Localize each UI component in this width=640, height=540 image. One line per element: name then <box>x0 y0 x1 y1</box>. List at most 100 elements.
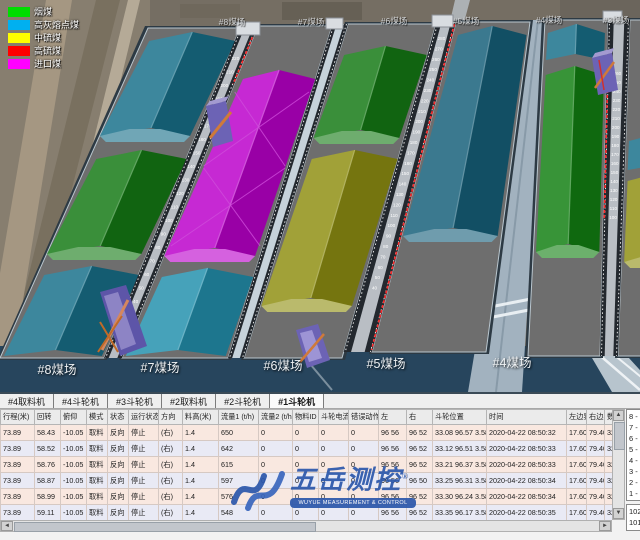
col-header[interactable]: 俯仰 <box>61 410 87 425</box>
col-header[interactable]: 物料ID <box>293 410 319 425</box>
legend-swatch <box>8 20 30 30</box>
horizontal-scroll-thumb[interactable] <box>14 522 316 532</box>
scroll-up-icon[interactable]: ▲ <box>613 410 624 421</box>
cell: 58.43 <box>35 425 61 441</box>
vertical-scroll-thumb[interactable] <box>614 422 625 450</box>
pile-list-item[interactable]: 8 - <box>629 411 640 422</box>
tab-#4取料机[interactable]: #4取料机 <box>0 394 54 408</box>
cell: 33.08 96.57 3.58 <box>433 425 487 441</box>
pile-list-item[interactable]: 5 - <box>629 444 640 455</box>
table-row[interactable]: 73.8958.52-10.05取料反向停止(右)1.4642000096 56… <box>1 441 613 457</box>
col-header[interactable]: 流量1 (t/h) <box>219 410 259 425</box>
table-row[interactable]: 73.8958.87-10.05取料反向停止(右)1.4597000096 56… <box>1 473 613 489</box>
cell: 96 52 <box>407 441 433 457</box>
cell: 2020-04-22 08:50:33 <box>487 457 567 473</box>
track-distance-label: 280 <box>438 36 446 41</box>
col-header[interactable]: 行程(米) <box>1 410 35 425</box>
col-header[interactable]: 错误动作 <box>349 410 379 425</box>
cell: 79.40 <box>587 505 605 521</box>
track-distance-label: 90 <box>161 232 167 237</box>
tab-#3斗轮机[interactable]: #3斗轮机 <box>108 394 162 408</box>
cell: 58.99 <box>35 489 61 505</box>
tab-#4斗轮机[interactable]: #4斗轮机 <box>54 394 108 408</box>
col-header[interactable]: 数 <box>605 410 613 425</box>
code-list-item[interactable]: 101 <box>629 517 640 528</box>
cell: 96 50 <box>407 473 433 489</box>
pile-list-item[interactable]: 7 - <box>629 422 640 433</box>
cell: 停止 <box>129 425 159 441</box>
col-header[interactable]: 斗轮电流 <box>319 410 349 425</box>
cell: 停止 <box>129 457 159 473</box>
col-header[interactable]: 左 <box>379 410 407 425</box>
cell: 2020-04-22 08:50:33 <box>487 441 567 457</box>
legend-label: 高灰熔点煤 <box>34 18 79 31</box>
scroll-left-icon[interactable]: ◄ <box>1 521 13 531</box>
cell: 58.76 <box>35 457 61 473</box>
col-header[interactable]: 流量2 (t/h) <box>259 410 293 425</box>
col-header[interactable]: 运行状态 <box>129 410 159 425</box>
col-header[interactable]: 状态 <box>108 410 129 425</box>
cell: 1.4 <box>183 441 219 457</box>
cell: (右) <box>159 425 183 441</box>
col-header[interactable]: 回转 <box>35 410 61 425</box>
vertical-scrollbar[interactable]: ▲ ▼ <box>612 409 625 520</box>
track-distance-label: 100 <box>165 218 173 223</box>
cell: 73.89 <box>1 473 35 489</box>
cell: 0 <box>293 425 319 441</box>
col-header[interactable]: 斗轮位置 <box>433 410 487 425</box>
cell: 停止 <box>129 505 159 521</box>
col-header[interactable]: 料高(米) <box>183 410 219 425</box>
track-distance-label: 70 <box>150 259 156 264</box>
track-distance-label: 170 <box>611 152 619 157</box>
cell: 0 <box>259 441 293 457</box>
cell: -10.05 <box>61 457 87 473</box>
legend-swatch <box>8 33 30 43</box>
cell: 0 <box>259 425 293 441</box>
col-header[interactable]: 方向 <box>159 410 183 425</box>
scroll-right-icon[interactable]: ► <box>599 521 611 531</box>
table-row[interactable]: 73.8958.76-10.05取料反向停止(右)1.4615000096 56… <box>1 457 613 473</box>
track-distance-label: 250 <box>429 67 437 72</box>
pile-list-item[interactable]: 2 - <box>629 477 640 488</box>
cell: (右) <box>159 473 183 489</box>
code-list-item[interactable]: 102 <box>629 506 640 517</box>
col-header[interactable]: 右边界 <box>587 410 605 425</box>
pile-number-list[interactable]: 8 -7 -6 -5 -4 -3 -2 -1 - <box>626 409 640 501</box>
yard-3d-svg: 2202102001901801701601501401301201101009… <box>0 0 640 392</box>
table-row[interactable]: 73.8959.11-10.05取料反向停止(右)1.4548000096 56… <box>1 505 613 521</box>
pile-list-item[interactable]: 1 - <box>629 488 640 499</box>
pile-list-item[interactable]: 6 - <box>629 433 640 444</box>
legend-label: 中硫煤 <box>34 31 61 44</box>
legend-swatch <box>8 46 30 56</box>
track-distance-label: 220 <box>421 98 429 103</box>
yard-label-top: #4煤场 <box>536 14 562 26</box>
track-distance-label: 190 <box>612 134 620 139</box>
pile-list-item[interactable]: 3 - <box>629 466 640 477</box>
cell: 反向 <box>108 425 129 441</box>
cell: 2020-04-22 08:50:34 <box>487 473 567 489</box>
horizontal-scrollbar[interactable]: ◄ ► <box>0 520 612 532</box>
track-distance-label: 140 <box>610 179 618 184</box>
tab-#1斗轮机[interactable]: #1斗轮机 <box>270 394 324 408</box>
col-header[interactable]: 模式 <box>87 410 108 425</box>
col-header[interactable]: 右 <box>407 410 433 425</box>
col-header[interactable]: 左边界 <box>567 410 587 425</box>
table-row[interactable]: 73.8958.43-10.05取料反向停止(右)1.4650000096 56… <box>1 425 613 441</box>
table-row[interactable]: 73.8958.99-10.05取料反向停止(右)1.4576000096 56… <box>1 489 613 505</box>
track-distance-label: 270 <box>435 46 443 51</box>
cell: 0 <box>349 425 379 441</box>
scroll-down-icon[interactable]: ▼ <box>613 508 624 519</box>
cell: 0 <box>349 505 379 521</box>
tab-#2取料机[interactable]: #2取料机 <box>162 394 216 408</box>
pile-list-item[interactable]: 4 - <box>629 455 640 466</box>
machine-data-panel: #4取料机#4斗轮机#3斗轮机#2取料机#2斗轮机#1斗轮机 行程(米)回转俯仰… <box>0 392 640 540</box>
tab-#2斗轮机[interactable]: #2斗轮机 <box>216 394 270 408</box>
cell: 79.40 <box>587 457 605 473</box>
col-header[interactable]: 时间 <box>487 410 567 425</box>
track-distance-label: 230 <box>424 88 432 93</box>
code-list[interactable]: 102101 <box>626 504 640 531</box>
cell: 33.21 96.37 3.58 <box>433 457 487 473</box>
cell: 2020-04-22 08:50:34 <box>487 489 567 505</box>
cell: 548 <box>219 505 259 521</box>
cell: 反向 <box>108 473 129 489</box>
